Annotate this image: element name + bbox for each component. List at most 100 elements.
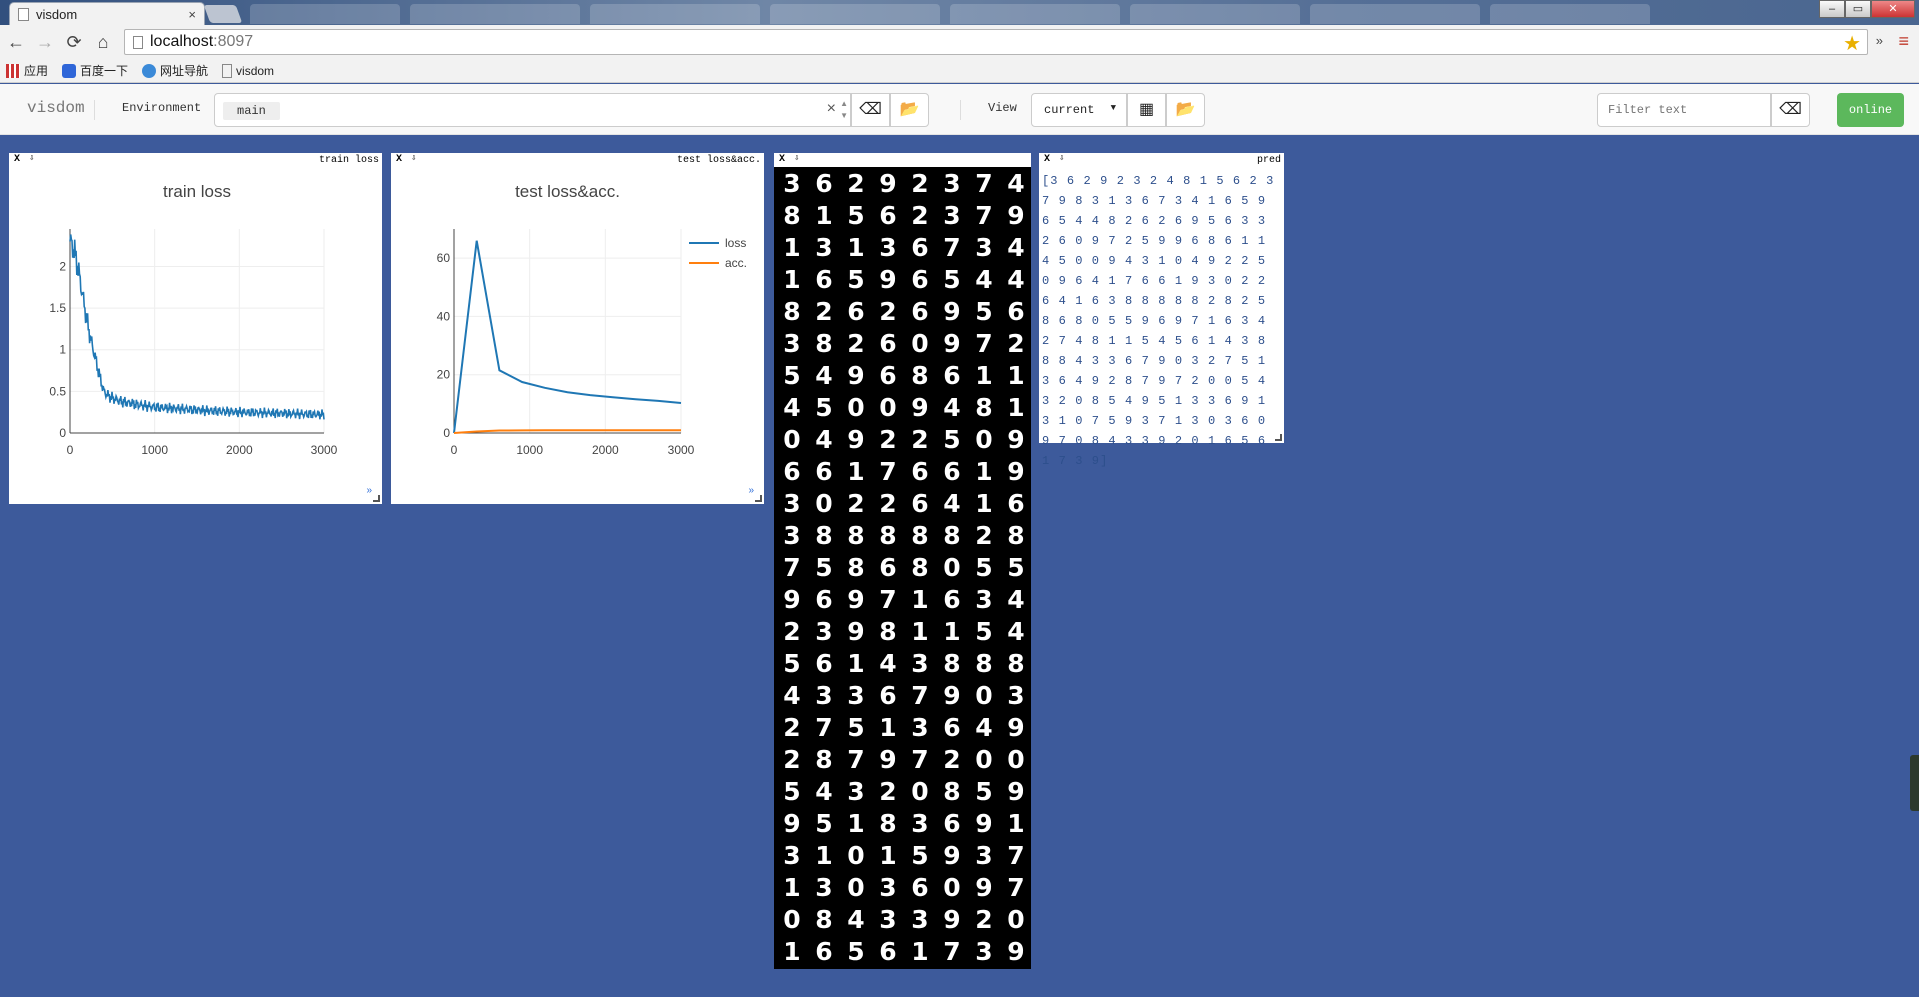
pane-images[interactable]: X ⇩ 362923748156237913136734165965448262… <box>774 153 1031 969</box>
digit-image: 6 <box>873 201 903 231</box>
y-tick-label: 2 <box>59 259 66 273</box>
repack-layout-button[interactable]: ▦ <box>1127 93 1166 127</box>
window-close-icon[interactable]: ✕ <box>1871 0 1915 18</box>
browser-tab-background[interactable] <box>250 4 400 24</box>
resize-handle[interactable] <box>755 495 762 502</box>
digit-image: 8 <box>937 649 967 679</box>
train-loss-chart[interactable]: train loss 0 1000 2000 3000 0 0.5 1 1.5 2 <box>9 153 382 504</box>
digit-image: 6 <box>1001 297 1031 327</box>
clear-environment-icon[interactable]: × <box>827 100 836 118</box>
bookmark-star-icon[interactable]: ★ <box>1843 31 1861 56</box>
maximize-icon[interactable]: ▭ <box>1845 0 1871 18</box>
digit-image: 2 <box>1001 329 1031 359</box>
new-tab-button[interactable] <box>203 5 243 23</box>
zoom-icon[interactable]: » <box>366 485 372 496</box>
series-line <box>453 240 682 434</box>
digit-image: 2 <box>841 329 871 359</box>
digit-image: 2 <box>841 169 871 199</box>
resize-handle[interactable] <box>1275 434 1282 441</box>
pane-test-loss[interactable]: X ⇩ test loss&acc. test loss&acc. 0 1000 20… <box>391 153 764 504</box>
browser-tab-background[interactable] <box>1310 4 1480 24</box>
digit-image: 1 <box>777 873 807 903</box>
browser-menu-icon[interactable]: ≡ <box>1898 31 1909 51</box>
digit-image: 0 <box>841 873 871 903</box>
browser-tab-background[interactable] <box>590 4 760 24</box>
test-loss-chart[interactable]: test loss&acc. 0 1000 2000 3000 0 20 40 60 loss ac… <box>391 153 764 504</box>
digit-image: 5 <box>841 937 871 967</box>
download-icon[interactable]: ⇩ <box>1059 153 1064 163</box>
digit-image: 7 <box>809 713 839 743</box>
filter-text-input[interactable] <box>1597 93 1771 127</box>
digit-image: 2 <box>905 425 935 455</box>
digit-image: 5 <box>969 777 999 807</box>
digit-image: 2 <box>873 297 903 327</box>
pane-title: pred <box>1256 155 1281 166</box>
bookmark-visdom[interactable]: visdom <box>222 63 274 78</box>
digit-image: 1 <box>1001 361 1031 391</box>
reload-icon[interactable]: ⟳ <box>63 31 85 53</box>
home-icon[interactable]: ⌂ <box>92 31 114 53</box>
digit-image: 9 <box>841 617 871 647</box>
digit-image: 0 <box>905 329 935 359</box>
environment-arrows-icon[interactable]: ▲ ▼ <box>840 98 848 122</box>
chart-title: test loss&acc. <box>515 182 620 201</box>
online-status-button[interactable]: online <box>1837 93 1904 127</box>
back-icon[interactable]: ← <box>5 31 27 53</box>
minimize-icon[interactable]: – <box>1819 0 1845 18</box>
bookmark-apps[interactable]: 应用 <box>6 62 48 79</box>
browser-tab-background[interactable] <box>410 4 580 24</box>
page-icon <box>222 63 233 78</box>
digit-image: 8 <box>873 617 903 647</box>
pane-pred[interactable]: X ⇩ pred [3 6 2 9 2 3 2 4 8 1 5 6 2 3 7 … <box>1039 153 1284 468</box>
view-select[interactable]: current ▼ <box>1031 93 1127 127</box>
forward-icon[interactable]: → <box>34 31 56 53</box>
digit-image: 3 <box>905 713 935 743</box>
digit-image: 3 <box>777 169 807 199</box>
digit-image: 2 <box>809 297 839 327</box>
close-pane-icon[interactable]: X <box>1044 154 1050 165</box>
digit-image: 1 <box>777 233 807 263</box>
side-scroll-handle[interactable] <box>1910 755 1919 811</box>
address-bar[interactable]: localhost:8097 ★ <box>124 29 1868 55</box>
digit-image: 1 <box>905 617 935 647</box>
browser-tab-background[interactable] <box>770 4 940 24</box>
digit-image: 4 <box>809 777 839 807</box>
download-icon[interactable]: ⇩ <box>794 153 799 163</box>
browser-tab-background[interactable] <box>1490 4 1650 24</box>
bookmark-baidu[interactable]: 百度一下 <box>62 62 128 79</box>
legend-label: acc. <box>725 256 747 270</box>
digit-image: 1 <box>841 809 871 839</box>
browser-tab-background[interactable] <box>1130 4 1300 24</box>
digit-image: 9 <box>937 681 967 711</box>
digit-image: 3 <box>937 201 967 231</box>
resize-handle[interactable] <box>373 495 380 502</box>
browser-tab-visdom[interactable]: visdom × <box>9 2 205 25</box>
clear-env-button[interactable]: ⌫ <box>851 93 890 127</box>
close-pane-icon[interactable]: X <box>779 154 785 165</box>
digit-image: 9 <box>841 361 871 391</box>
bookmark-nav[interactable]: 网址导航 <box>142 62 208 79</box>
digit-image: 9 <box>1001 425 1031 455</box>
environment-select[interactable]: main × ▲ ▼ <box>214 93 851 127</box>
digit-image: 3 <box>969 937 999 967</box>
digit-image: 1 <box>937 617 967 647</box>
environment-chip[interactable]: main <box>223 102 280 120</box>
digit-image: 8 <box>937 521 967 551</box>
digit-image: 7 <box>937 937 967 967</box>
digit-image: 1 <box>841 233 871 263</box>
pane-train-loss[interactable]: X ⇩ train loss train loss 0 1000 2000 3000 0 0… <box>9 153 382 504</box>
clear-filter-button[interactable]: ⌫ <box>1771 93 1810 127</box>
digit-image: 3 <box>809 873 839 903</box>
y-tick-label: 0 <box>59 426 66 440</box>
y-tick-label: 60 <box>437 251 451 265</box>
manage-env-button[interactable]: 📂 <box>890 93 929 127</box>
digit-image: 0 <box>937 873 967 903</box>
digit-image: 6 <box>873 329 903 359</box>
visdom-brand[interactable]: visdom <box>27 99 85 117</box>
browser-tab-background[interactable] <box>950 4 1120 24</box>
digit-image: 4 <box>1001 585 1031 615</box>
zoom-icon[interactable]: » <box>748 485 754 496</box>
extensions-overflow-icon[interactable]: » <box>1876 33 1883 48</box>
manage-views-button[interactable]: 📂 <box>1166 93 1205 127</box>
close-tab-icon[interactable]: × <box>188 7 196 22</box>
